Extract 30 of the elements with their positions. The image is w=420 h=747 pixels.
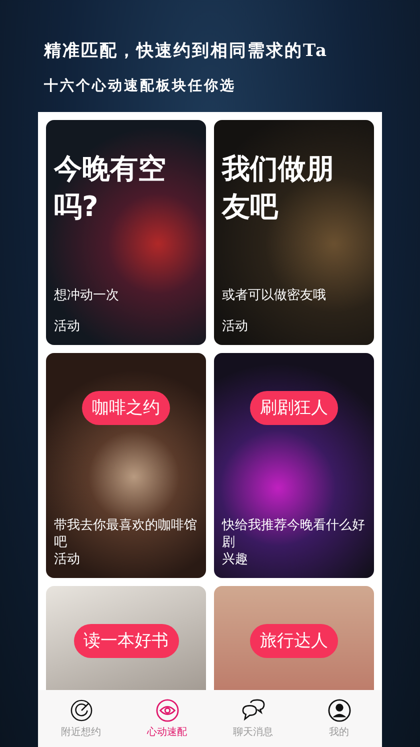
tab[interactable]: 心动速配 (124, 690, 210, 747)
photo-card[interactable]: 我们做朋友吧 或者可以做密友哦 活动 (214, 120, 374, 345)
photo-card[interactable]: 读一本好书 (46, 586, 206, 690)
category-pill: 读一本好书 (74, 624, 178, 658)
tab[interactable]: 我的 (296, 690, 382, 747)
tab[interactable]: 附近想约 (38, 690, 124, 747)
category-pill: 旅行达人 (250, 624, 338, 658)
card-subtitle: 想冲动一次 (54, 287, 120, 304)
card-subtitle: 带我去你最喜欢的咖啡馆吧 (54, 517, 198, 551)
photo-card[interactable]: 咖啡之约 带我去你最喜欢的咖啡馆吧 活动 (46, 353, 206, 578)
headline: 精准匹配，快速约到相同需求的Ta (44, 40, 330, 63)
tab[interactable]: 聊天消息 (210, 690, 296, 747)
eye-icon (156, 698, 178, 722)
chat-icon (242, 698, 264, 722)
card-title: 我们做朋友吧 (222, 151, 335, 225)
category-pill: 咖啡之约 (82, 391, 170, 425)
photo-card[interactable]: 今晚有空吗? 想冲动一次 活动 (46, 120, 206, 345)
card-tag: 兴趣 (222, 551, 366, 568)
card-subtitle: 或者可以做密友哦 (222, 287, 327, 304)
card-subtitle: 快给我推荐今晚看什么好剧 (222, 517, 366, 551)
photo-card[interactable]: 刷剧狂人 快给我推荐今晚看什么好剧 兴趣 (214, 353, 374, 578)
photo-card[interactable]: 旅行达人 (214, 586, 374, 690)
subline: 十六个心动速配板块任你选 (44, 76, 237, 96)
user-icon (328, 698, 350, 722)
card-tag: 活动 (54, 551, 198, 568)
radar-icon (70, 698, 92, 722)
category-pill: 刷剧狂人 (250, 391, 338, 425)
card-tag: 活动 (54, 318, 198, 335)
card-title: 今晚有空吗? (54, 151, 167, 225)
card-tag: 活动 (222, 318, 366, 335)
